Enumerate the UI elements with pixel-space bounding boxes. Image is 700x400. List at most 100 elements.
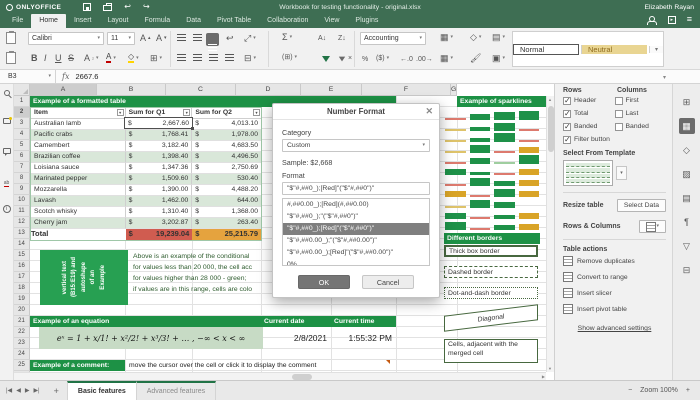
q1-cell[interactable]: $3,182.40 — [126, 141, 193, 152]
insert-cells-icon[interactable]: ▦▾ — [440, 33, 453, 42]
table-row[interactable]: Marinated pepper $1,509.60 $530.40 — [31, 174, 261, 185]
scroll-down-icon[interactable]: ▼ — [548, 366, 552, 371]
wrap-text-icon[interactable]: ↩ — [226, 34, 234, 43]
search-icon[interactable] — [4, 90, 10, 96]
image-settings-icon[interactable]: ▨ — [679, 166, 695, 182]
sparkline-cell[interactable] — [468, 209, 493, 220]
table-header-cell[interactable]: Item▾ — [31, 108, 126, 119]
font-color-icon[interactable]: A▾ — [106, 53, 116, 63]
autoshape[interactable]: vertical text (B15:E19) and autoshape of… — [40, 250, 128, 305]
sparkline-cell[interactable] — [443, 121, 468, 132]
column-header[interactable]: B — [97, 84, 166, 96]
ribbon-tab[interactable]: Home — [31, 14, 66, 28]
current-date-header[interactable]: Current date — [261, 316, 331, 327]
q2-cell[interactable]: $4,488.20 — [192, 185, 261, 196]
row-header[interactable]: 1 — [14, 96, 30, 107]
autosum-icon[interactable]: Σ▾ — [282, 33, 292, 42]
q2-cell[interactable]: $4,496.50 — [192, 152, 261, 163]
zoom-out-icon[interactable]: − — [628, 387, 632, 394]
checkbox[interactable] — [615, 123, 623, 131]
add-user-icon[interactable] — [647, 16, 657, 24]
slicer-settings-icon[interactable]: ▽ — [679, 238, 695, 254]
table-row[interactable]: Lavash $1,462.00 $644.00 — [31, 196, 261, 207]
comment-indicator-icon[interactable] — [386, 360, 390, 364]
row-header[interactable]: 2 — [14, 107, 30, 118]
sparkline-cell[interactable] — [492, 165, 517, 176]
cancel-button[interactable]: Cancel — [362, 275, 414, 289]
table-row[interactable]: Scotch whisky $1,310.40 $1,368.00 — [31, 207, 261, 218]
current-time-header[interactable]: Current time — [331, 316, 396, 327]
increase-font-icon[interactable]: A▴ — [140, 34, 151, 43]
align-left-icon[interactable] — [177, 54, 186, 55]
item-cell[interactable]: Marinated pepper — [31, 174, 126, 185]
strikethrough-icon[interactable]: S — [68, 54, 74, 63]
named-ranges-icon[interactable]: (⊞)▾ — [282, 54, 297, 61]
q1-cell[interactable]: $1,390.00 — [126, 185, 193, 196]
copy-icon[interactable] — [6, 52, 16, 64]
row-header[interactable]: 12 — [14, 217, 30, 228]
row-header[interactable]: 9 — [14, 184, 30, 195]
q2-cell[interactable]: $644.00 — [192, 196, 261, 207]
sheet-tab[interactable]: Advanced features — [137, 381, 216, 400]
ribbon-tab[interactable]: View — [316, 14, 347, 28]
sparkline-cell[interactable] — [517, 187, 542, 198]
comment-example-text[interactable]: move the cursor over the cell or click i… — [129, 360, 316, 371]
column-header[interactable]: G — [451, 84, 457, 96]
pivot-settings-icon[interactable]: ⊟ — [679, 262, 695, 278]
horizontal-scrollbar[interactable]: ▶ — [14, 372, 546, 380]
save-icon[interactable] — [83, 3, 91, 11]
ribbon-tab[interactable]: Insert — [66, 14, 100, 28]
comments-icon[interactable] — [3, 118, 11, 124]
checkbox[interactable] — [563, 123, 571, 131]
checkbox-row[interactable]: First — [615, 94, 667, 107]
checkbox-row[interactable]: Total — [563, 107, 615, 120]
format-option[interactable]: 0% — [283, 259, 429, 266]
checkbox[interactable] — [563, 110, 571, 118]
sparkline-cell[interactable] — [517, 176, 542, 187]
sparkline-cell[interactable] — [517, 121, 542, 132]
item-cell[interactable]: Pacific crabs — [31, 130, 126, 141]
table-row[interactable]: Loisiana sauce $1,347.36 $2,750.69 — [31, 163, 261, 174]
sparkline-cell[interactable] — [443, 132, 468, 143]
style-neutral[interactable]: Neutral — [581, 45, 647, 54]
border-example-box[interactable]: Dot-and-dash border — [444, 287, 538, 299]
border-example-box[interactable]: Thick box border — [444, 245, 538, 257]
align-center-icon[interactable] — [193, 54, 202, 55]
sparkline-cell[interactable] — [468, 165, 493, 176]
ribbon-tab[interactable]: Collaboration — [259, 14, 316, 28]
decrease-font-icon[interactable]: A▾ — [156, 34, 167, 43]
row-header[interactable]: 18 — [14, 283, 30, 294]
column-headers[interactable]: ABCDEFG — [30, 84, 457, 96]
borders-icon[interactable]: ⊞▾ — [150, 54, 162, 63]
row-header[interactable]: 7 — [14, 162, 30, 173]
vertical-scrollbar[interactable]: ▲ ▼ — [546, 96, 554, 372]
cell-settings-icon[interactable]: ⊞ — [679, 94, 695, 110]
q1-cell[interactable]: $1,462.00 — [126, 196, 193, 207]
row-header[interactable]: 10 — [14, 195, 30, 206]
show-advanced-settings-link[interactable]: Show advanced settings — [563, 325, 666, 332]
format-as-table-icon[interactable]: ▤▾ — [492, 33, 505, 42]
table-action-item[interactable]: Insert slicer — [563, 285, 666, 301]
open-file-location-icon[interactable]: ▸ — [668, 16, 676, 24]
sparkline-cell[interactable] — [443, 154, 468, 165]
format-option[interactable]: "$"#,##0.00_);"("$"#,##0.00")" — [283, 235, 429, 247]
filter-button-icon[interactable]: ▾ — [253, 109, 260, 116]
column-header[interactable]: E — [301, 84, 362, 96]
item-cell[interactable]: Cherry jam — [31, 218, 126, 229]
scroll-right-icon[interactable]: ▶ — [542, 374, 545, 379]
row-header[interactable]: 20 — [14, 305, 30, 316]
shape-settings-icon[interactable]: ◇ — [679, 142, 695, 158]
merge-cells-icon[interactable]: ⊟▾ — [244, 54, 256, 63]
template-expand-icon[interactable]: ▾ — [616, 166, 627, 180]
format-option[interactable]: #,##0.00_);[Red](#,##0.00) — [283, 199, 429, 211]
italic-icon[interactable]: I — [44, 54, 47, 63]
item-cell[interactable]: Loisiana sauce — [31, 163, 126, 174]
q1-cell[interactable]: $1,310.40 — [126, 207, 193, 218]
sparkline-cell[interactable] — [517, 110, 542, 121]
underline-icon[interactable]: U — [55, 54, 62, 63]
checkbox[interactable] — [563, 97, 571, 105]
chat-icon[interactable] — [3, 148, 11, 154]
row-header[interactable]: 14 — [14, 239, 30, 250]
font-name-select[interactable]: Calibri▾ — [28, 32, 104, 45]
table-row[interactable]: Pacific crabs $1,768.41 $1,978.00 — [31, 130, 261, 141]
